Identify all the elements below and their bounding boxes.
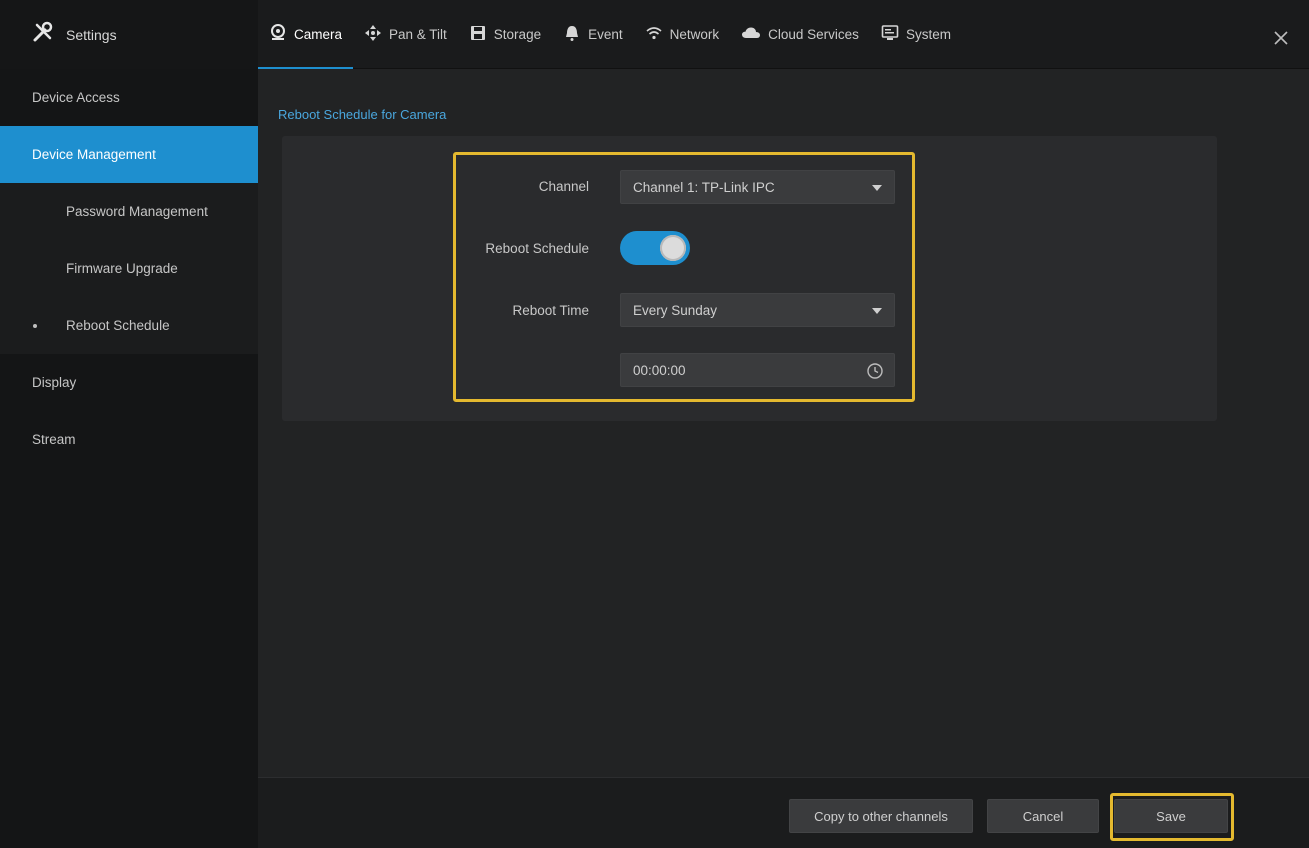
sidebar-item-label: Reboot Schedule	[66, 318, 170, 333]
event-bell-icon	[563, 24, 581, 45]
sidebar-item-reboot-schedule[interactable]: Reboot Schedule	[0, 297, 258, 354]
sidebar-item-display[interactable]: Display	[0, 354, 258, 411]
sidebar-item-label: Device Management	[32, 147, 156, 162]
storage-icon	[469, 24, 487, 45]
selected-dot-icon	[33, 324, 37, 328]
clock-icon[interactable]	[866, 362, 884, 383]
tab-event[interactable]: Event	[552, 0, 634, 69]
channel-select-value: Channel 1: TP-Link IPC	[633, 179, 775, 195]
top-tabs: Camera Pan & Tilt Storage Event Network …	[258, 0, 962, 69]
bottom-action-bar: Copy to other channels Cancel Save	[258, 777, 1309, 848]
sidebar-item-firmware-upgrade[interactable]: Firmware Upgrade	[0, 240, 258, 297]
tab-camera[interactable]: Camera	[258, 0, 354, 69]
channel-label: Channel	[538, 179, 589, 194]
reboot-time-value: Every Sunday	[633, 302, 718, 318]
reboot-time-input[interactable]: 00:00:00	[620, 353, 895, 387]
tab-storage[interactable]: Storage	[458, 0, 552, 69]
settings-title: Settings	[66, 26, 117, 43]
section-title: Reboot Schedule for Camera	[278, 107, 447, 122]
sidebar-item-label: Firmware Upgrade	[66, 261, 178, 276]
reboot-time-select[interactable]: Every Sunday	[620, 293, 895, 327]
tab-system[interactable]: System	[870, 0, 962, 69]
toggle-knob	[660, 235, 686, 261]
main-content: Reboot Schedule for Camera Channel Chann…	[258, 69, 1309, 777]
system-monitor-icon	[881, 24, 899, 45]
cloud-icon	[741, 24, 761, 45]
reboot-time-clock-value: 00:00:00	[633, 362, 686, 378]
tab-camera-label: Camera	[294, 27, 343, 42]
chevron-down-icon	[872, 185, 882, 191]
tab-network[interactable]: Network	[634, 0, 731, 69]
reboot-schedule-toggle[interactable]	[620, 231, 690, 265]
cancel-button[interactable]: Cancel	[987, 799, 1099, 833]
tab-system-label: System	[905, 27, 951, 42]
tools-icon	[32, 21, 54, 48]
close-button[interactable]	[1271, 30, 1291, 50]
camera-icon	[269, 24, 287, 45]
sidebar-item-label: Stream	[32, 432, 76, 447]
pan-tilt-icon	[364, 24, 382, 45]
reboot-schedule-label: Reboot Schedule	[485, 241, 589, 256]
tab-cloud-services-label: Cloud Services	[768, 27, 859, 42]
top-bar: Settings Camera Pan & Tilt Storage Event…	[0, 0, 1309, 69]
save-highlight-box	[1110, 793, 1234, 841]
sidebar-item-label: Password Management	[66, 204, 208, 219]
sidebar-item-label: Display	[32, 375, 77, 390]
settings-brand: Settings	[0, 0, 258, 69]
tab-cloud-services[interactable]: Cloud Services	[730, 0, 870, 69]
sidebar-item-stream[interactable]: Stream	[0, 411, 258, 468]
sidebar-item-password-management[interactable]: Password Management	[0, 183, 258, 240]
channel-select[interactable]: Channel 1: TP-Link IPC	[620, 170, 895, 204]
tab-pan-tilt-label: Pan & Tilt	[389, 27, 447, 42]
tab-storage-label: Storage	[493, 27, 542, 42]
settings-window: Settings Camera Pan & Tilt Storage Event…	[0, 0, 1309, 848]
sidebar-item-device-access[interactable]: Device Access	[0, 69, 258, 126]
chevron-down-icon	[872, 308, 882, 314]
wifi-icon	[645, 24, 663, 45]
tab-event-label: Event	[588, 27, 623, 42]
tab-network-label: Network	[669, 27, 720, 42]
sidebar-item-label: Device Access	[32, 90, 120, 105]
tab-pan-tilt[interactable]: Pan & Tilt	[353, 0, 458, 69]
sidebar-item-device-management[interactable]: Device Management	[0, 126, 258, 183]
reboot-time-label: Reboot Time	[512, 303, 589, 318]
sidebar: Device Access Device Management Password…	[0, 69, 258, 848]
close-icon	[1273, 30, 1289, 51]
copy-to-other-channels-button[interactable]: Copy to other channels	[789, 799, 973, 833]
